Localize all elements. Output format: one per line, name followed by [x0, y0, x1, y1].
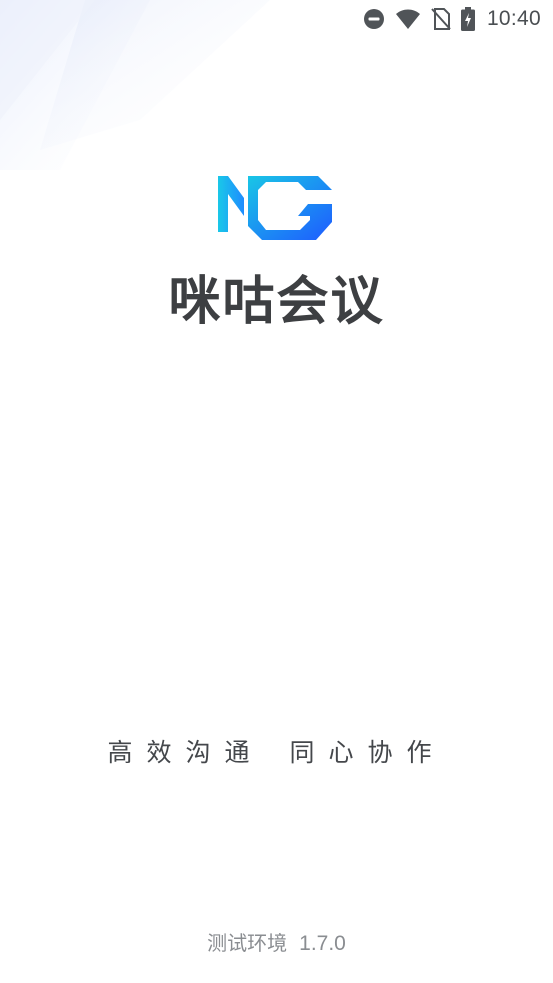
do-not-disturb-icon — [363, 8, 385, 30]
environment-label: 测试环境 — [207, 931, 288, 955]
slogan-part-2: 同心协作 — [289, 738, 446, 767]
app-name: 咪咕会议 — [168, 272, 385, 332]
status-bar: 10:40 — [0, 0, 553, 38]
no-sim-icon — [431, 8, 451, 30]
wifi-icon — [395, 8, 421, 30]
version-label: 1.7.0 — [299, 932, 346, 955]
status-time: 10:40 — [486, 7, 541, 30]
slogan-part-1: 高效沟通 — [107, 738, 264, 767]
background-decoration — [0, 0, 270, 170]
slogan: 高效沟通 同心协作 — [0, 736, 553, 770]
battery-charging-icon — [460, 7, 475, 31]
environment-version-label: 测试环境 1.7.0 — [0, 928, 553, 959]
migu-meeting-logo-icon — [214, 170, 338, 244]
